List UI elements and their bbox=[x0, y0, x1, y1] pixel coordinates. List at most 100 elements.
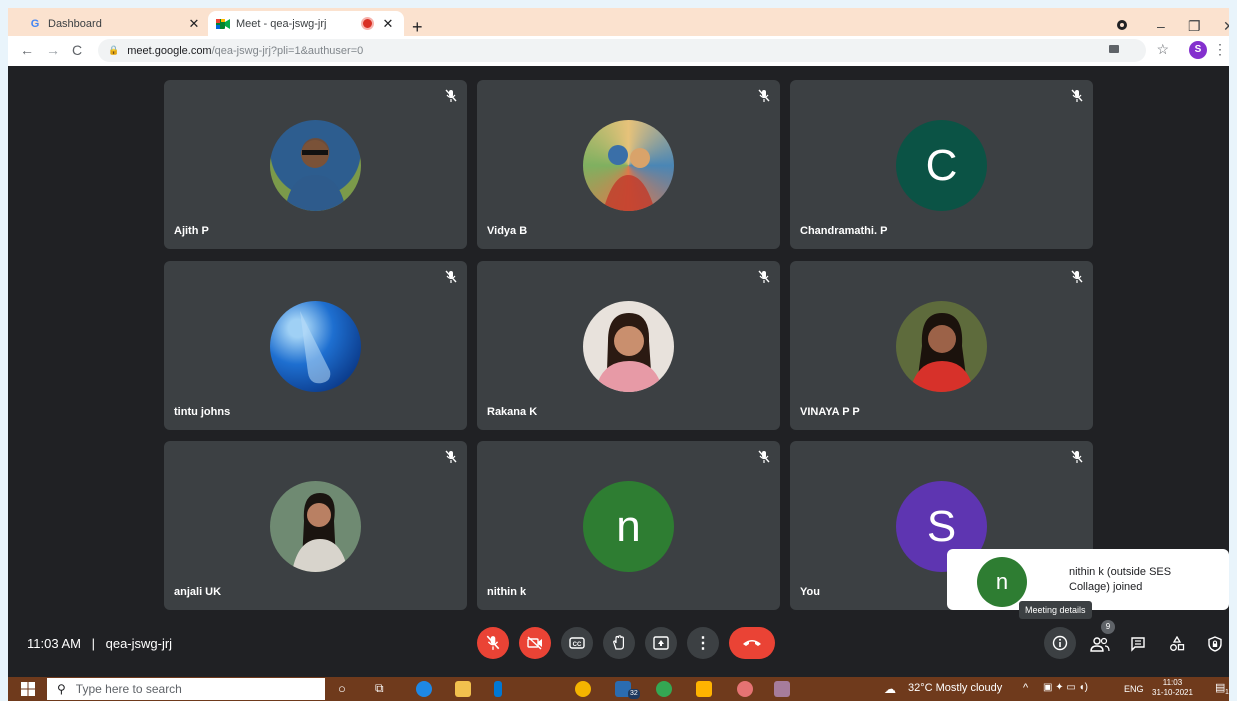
activities-icon bbox=[1170, 636, 1185, 651]
search-icon: ⚲ bbox=[57, 682, 66, 696]
back-arrow-icon[interactable]: ← bbox=[20, 42, 34, 58]
participant-photo bbox=[583, 301, 674, 392]
chrome-profile-icon[interactable] bbox=[737, 681, 753, 697]
minimize-icon[interactable]: – bbox=[1157, 18, 1165, 34]
participant-letter-avatar: C bbox=[896, 120, 987, 211]
participant-name: VINAYA P P bbox=[800, 406, 860, 418]
language-indicator[interactable]: ENG bbox=[1124, 684, 1144, 694]
participant-count-badge: 9 bbox=[1101, 620, 1115, 634]
camera-toggle-button[interactable] bbox=[519, 627, 551, 659]
participant-tile[interactable]: Vidya B bbox=[477, 80, 780, 249]
browser-menu-icon[interactable]: ⋮ bbox=[1213, 41, 1227, 58]
mic-toggle-button[interactable] bbox=[477, 627, 509, 659]
tab-meet[interactable]: Meet - qea-jswg-jrj ✕ bbox=[208, 11, 404, 36]
chrome-active-icon[interactable] bbox=[774, 681, 790, 697]
restore-icon[interactable]: ❐ bbox=[1188, 18, 1201, 35]
windows-start-icon[interactable] bbox=[21, 682, 35, 696]
meeting-info: 11:03 AM | qea-jswg-jrj bbox=[27, 636, 172, 651]
participant-photo bbox=[270, 481, 361, 572]
close-tab-icon[interactable]: ✕ bbox=[186, 16, 202, 32]
mic-off-icon bbox=[445, 450, 457, 463]
taskbar-search-field[interactable]: ⚲ Type here to search bbox=[47, 678, 325, 700]
more-options-button[interactable]: ⋮ bbox=[687, 627, 719, 659]
google-g-icon: G bbox=[30, 17, 40, 30]
meeting-details-tooltip: Meeting details bbox=[1019, 601, 1092, 619]
participant-name: Chandramathi. P bbox=[800, 225, 888, 237]
present-icon bbox=[653, 636, 669, 650]
store-icon[interactable] bbox=[455, 681, 471, 697]
file-explorer-icon[interactable] bbox=[696, 681, 712, 697]
captions-button[interactable]: CC bbox=[561, 627, 593, 659]
info-icon bbox=[1052, 635, 1068, 651]
raise-hand-button[interactable] bbox=[603, 627, 635, 659]
participant-photo bbox=[583, 120, 674, 211]
mic-off-icon bbox=[445, 89, 457, 102]
mic-off-icon bbox=[1071, 450, 1083, 463]
participant-name: Rakana K bbox=[487, 406, 538, 418]
leave-call-button[interactable] bbox=[729, 627, 775, 659]
participant-tile[interactable]: Rakana K bbox=[477, 261, 780, 430]
url-field[interactable]: 🔒 meet.google.com/qea-jswg-jrj?pli=1&aut… bbox=[98, 39, 1146, 62]
more-vert-icon: ⋮ bbox=[695, 635, 711, 652]
close-tab-icon[interactable]: ✕ bbox=[380, 16, 396, 32]
forward-arrow-icon[interactable]: → bbox=[46, 42, 60, 58]
windows-taskbar: ⚲ Type here to search ○ ⧉ 32 ☁ 32°C Most… bbox=[0, 677, 1237, 701]
tab-dashboard[interactable]: G Dashboard ✕ bbox=[20, 11, 210, 36]
participant-tile[interactable]: C Chandramathi. P bbox=[790, 80, 1093, 249]
people-button[interactable] bbox=[1086, 630, 1114, 658]
taskbar-clock[interactable]: 11:03 31-10-2021 bbox=[1152, 678, 1193, 698]
host-controls-button[interactable] bbox=[1201, 630, 1229, 658]
participant-tile[interactable]: tintu johns bbox=[164, 261, 467, 430]
chat-icon bbox=[1131, 637, 1145, 652]
participant-name: anjali UK bbox=[174, 586, 222, 598]
edge-icon[interactable] bbox=[416, 681, 432, 697]
participant-tile[interactable]: VINAYA P P bbox=[790, 261, 1093, 430]
svg-text:CC: CC bbox=[573, 642, 582, 648]
new-tab-button[interactable]: + bbox=[412, 18, 423, 36]
chat-button[interactable] bbox=[1124, 630, 1152, 658]
mic-off-icon bbox=[486, 635, 500, 650]
meet-icon bbox=[216, 17, 230, 31]
camera-off-icon bbox=[527, 636, 542, 650]
profile-avatar[interactable]: S bbox=[1189, 41, 1207, 59]
close-window-icon[interactable]: ✕ bbox=[1223, 18, 1235, 35]
participant-tile[interactable]: Ajith P bbox=[164, 80, 467, 249]
activities-button[interactable] bbox=[1163, 630, 1191, 658]
meet-app-icon[interactable] bbox=[656, 681, 672, 697]
tab-title: Dashboard bbox=[48, 17, 102, 30]
cortana-icon[interactable]: ○ bbox=[338, 681, 346, 696]
meeting-details-button[interactable] bbox=[1044, 627, 1076, 659]
lock-icon: 🔒 bbox=[108, 45, 120, 55]
participant-tile[interactable]: n nithin k bbox=[477, 441, 780, 610]
participant-name: Ajith P bbox=[174, 225, 209, 237]
clock-date: 31-10-2021 bbox=[1152, 688, 1193, 697]
url-path: /qea-jswg-jrj?pli=1&authuser=0 bbox=[211, 44, 364, 57]
raise-hand-icon bbox=[613, 635, 624, 650]
bookmark-star-icon[interactable]: ☆ bbox=[1156, 41, 1169, 58]
mic-off-icon bbox=[758, 89, 770, 102]
meeting-separator: | bbox=[91, 636, 95, 651]
join-notification-text: nithin k (outside SES Collage) joined bbox=[1069, 566, 1172, 593]
incognito-indicator-icon[interactable] bbox=[1116, 18, 1128, 34]
address-bar: ← → C 🔒 meet.google.com/qea-jswg-jrj?pli… bbox=[8, 36, 1229, 66]
weather-text[interactable]: 32°C Mostly cloudy bbox=[908, 682, 1002, 694]
mic-off-icon bbox=[1071, 89, 1083, 102]
present-screen-button[interactable] bbox=[645, 627, 677, 659]
camera-icon[interactable] bbox=[1109, 45, 1119, 53]
task-view-icon[interactable]: ⧉ bbox=[375, 681, 384, 696]
participant-letter-avatar: n bbox=[583, 481, 674, 572]
participant-photo bbox=[896, 301, 987, 392]
browser-tab-bar: G Dashboard ✕ Meet - qea-jswg-jrj ✕ + – … bbox=[0, 8, 1237, 36]
notifications-icon[interactable]: ▤ bbox=[1215, 681, 1225, 694]
chrome-icon[interactable] bbox=[575, 681, 591, 697]
reload-icon[interactable]: C bbox=[72, 42, 82, 58]
recording-icon bbox=[361, 17, 374, 30]
meeting-time: 11:03 AM bbox=[27, 636, 81, 651]
visual-studio-icon[interactable] bbox=[494, 681, 502, 697]
people-icon bbox=[1090, 637, 1110, 652]
show-hidden-icons-chevron-icon[interactable]: ^ bbox=[1023, 682, 1028, 694]
url-host: meet.google.com bbox=[127, 44, 212, 57]
participant-tile[interactable]: anjali UK bbox=[164, 441, 467, 610]
system-tray-icons[interactable]: ▣ ✦ ▭ ◖) bbox=[1043, 682, 1088, 693]
joined-participant-avatar: n bbox=[977, 557, 1027, 607]
